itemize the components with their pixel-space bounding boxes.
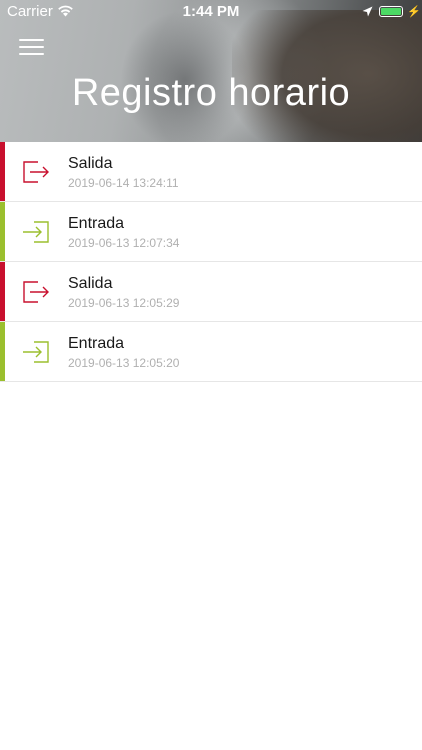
- status-accent-bar: [0, 322, 5, 381]
- entry-type-label: Entrada: [68, 215, 125, 232]
- entry-type-label: Salida: [68, 275, 113, 292]
- hamburger-menu-icon[interactable]: [19, 39, 44, 55]
- time-entry-list: Salida 2019-06-14 13:24:11 Entrada 2019-06-…: [0, 142, 422, 382]
- entry-timestamp: 2019-06-13 12:07:34: [68, 236, 180, 250]
- status-accent-bar: [0, 202, 5, 261]
- login-icon: [23, 341, 49, 363]
- entry-timestamp: 2019-06-13 12:05:29: [68, 296, 180, 310]
- list-item-exit[interactable]: Salida 2019-06-13 12:05:29: [0, 262, 422, 322]
- status-bar: Carrier 1:44 PM ⚡: [0, 0, 422, 22]
- list-item-exit[interactable]: Salida 2019-06-14 13:24:11: [0, 142, 422, 202]
- list-item-entry[interactable]: Entrada 2019-06-13 12:07:34: [0, 202, 422, 262]
- entry-timestamp: 2019-06-13 12:05:20: [68, 356, 180, 370]
- status-accent-bar: [0, 262, 5, 321]
- logout-icon: [23, 281, 49, 303]
- entry-timestamp: 2019-06-14 13:24:11: [68, 176, 179, 190]
- status-accent-bar: [0, 142, 5, 201]
- login-icon: [23, 221, 49, 243]
- entry-type-label: Salida: [68, 155, 113, 172]
- location-arrow-icon: [362, 6, 373, 17]
- list-item-entry[interactable]: Entrada 2019-06-13 12:05:20: [0, 322, 422, 382]
- page-title: Registro horario: [71, 72, 351, 114]
- header-banner: Carrier 1:44 PM ⚡ Registro horario: [0, 0, 422, 142]
- battery-icon: [379, 6, 403, 17]
- entry-type-label: Entrada: [68, 335, 125, 352]
- charging-bolt-icon: ⚡: [407, 6, 421, 18]
- status-time: 1:44 PM: [182, 3, 240, 20]
- logout-icon: [23, 161, 49, 183]
